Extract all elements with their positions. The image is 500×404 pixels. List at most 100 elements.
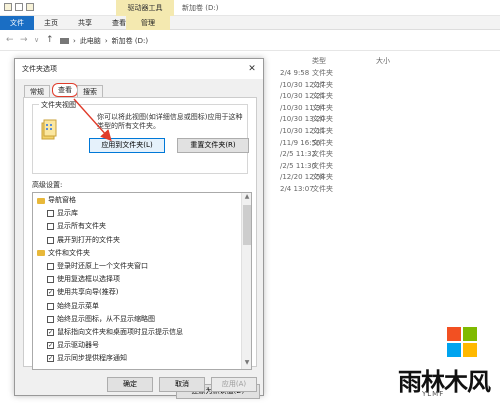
checkbox[interactable]: ✓ xyxy=(47,355,54,363)
tree-item-label: 显示同步提供程序通知 xyxy=(57,354,127,363)
windows-logo-icon xyxy=(447,327,477,357)
checkbox[interactable] xyxy=(47,315,54,323)
tree-option[interactable]: ✓ 使用共享向导(推荐) xyxy=(47,287,118,298)
checkbox[interactable] xyxy=(47,236,54,244)
folder-views-group: 文件夹视图 你可以将此视图(如详细信息或图标)应用于这种类型的所有文件夹。 应用… xyxy=(32,100,249,174)
window-title: 新加卷 (D:) xyxy=(182,4,219,12)
column-type[interactable]: 类型 xyxy=(312,56,326,66)
file-row[interactable]: /10/30 12:11 文件夹 xyxy=(280,126,500,138)
file-row[interactable]: /10/30 12:17 文件夹 xyxy=(280,80,500,92)
tree-option[interactable]: 显示库 xyxy=(47,208,78,219)
checkbox[interactable] xyxy=(47,263,54,270)
tree-option[interactable]: 登录时还原上一个文件夹窗口 xyxy=(47,261,148,272)
tab-home[interactable]: 主页 xyxy=(38,16,64,30)
tree-option[interactable]: 展开到打开的文件夹 xyxy=(47,235,120,246)
row-type: 文件夹 xyxy=(312,115,333,124)
logo-square xyxy=(447,343,461,357)
advanced-settings-tree[interactable]: ▲ ▼ 导航窗格 显示库 显示所有文件夹 展开到打开的文件夹 文件和文件夹 登录时还原上一… xyxy=(32,192,252,370)
column-header: 类型 大小 xyxy=(280,54,500,68)
back-icon[interactable]: ← xyxy=(6,35,14,45)
logo-square xyxy=(447,327,461,341)
new-folder-icon[interactable] xyxy=(26,3,34,11)
tree-item-label: 登录时还原上一个文件夹窗口 xyxy=(57,262,148,270)
row-type: 文件夹 xyxy=(312,161,333,170)
tree-item-label: 显示所有文件夹 xyxy=(57,222,106,231)
row-type: 文件夹 xyxy=(312,69,333,77)
scrollbar[interactable]: ▲ ▼ xyxy=(241,193,251,369)
file-row[interactable]: 2/4 9:58 文件夹 xyxy=(280,68,500,80)
chevron-right-icon: › xyxy=(104,37,108,45)
file-row[interactable]: /2/5 11:30 文件夹 xyxy=(280,161,500,173)
tree-option[interactable]: 显示所有文件夹 xyxy=(47,221,106,232)
row-type: 文件夹 xyxy=(312,184,333,193)
tree-option[interactable]: ✓ 鼠标指向文件夹和桌面项时显示提示信息 xyxy=(47,327,183,338)
quick-access-toolbar xyxy=(4,3,34,11)
folder-icon xyxy=(37,250,45,257)
reset-folders-button[interactable]: 重置文件夹(R) xyxy=(177,138,249,153)
row-type: 文件夹 xyxy=(312,138,333,147)
file-row[interactable]: /10/30 11:34 文件夹 xyxy=(280,103,500,115)
folder-view-icon xyxy=(41,119,57,140)
scroll-down-icon[interactable]: ▼ xyxy=(242,359,251,369)
checkbox[interactable] xyxy=(47,276,54,284)
properties-icon[interactable] xyxy=(15,3,23,11)
row-type: 文件夹 xyxy=(312,92,333,101)
tree-item-label: 始终显示菜单 xyxy=(57,301,99,310)
cancel-button[interactable]: 取消 xyxy=(159,377,205,392)
watermark-sub: YLMF xyxy=(422,390,445,398)
dialog-title: 文件夹选项 xyxy=(15,59,263,79)
file-row[interactable]: /10/30 13:20 文件夹 xyxy=(280,114,500,126)
row-date: /2/5 11:32 xyxy=(280,150,317,159)
breadcrumb[interactable]: › 此电脑 › 新加卷 (D:) xyxy=(60,35,148,47)
file-row[interactable]: /2/5 11:32 文件夹 xyxy=(280,149,500,161)
checkbox[interactable] xyxy=(47,302,54,310)
ok-button[interactable]: 确定 xyxy=(107,377,153,392)
file-row[interactable]: /12/20 12:58 文件夹 xyxy=(280,172,500,184)
breadcrumb-drive[interactable]: 新加卷 (D:) xyxy=(112,36,148,46)
folder-icon xyxy=(37,197,45,204)
tree-option[interactable]: 使用复选框以选择项 xyxy=(47,274,120,285)
file-list: 2/4 9:58 文件夹/10/30 12:17 文件夹/10/30 12:21 文件… xyxy=(280,68,500,196)
row-type: 文件夹 xyxy=(312,80,333,89)
scroll-thumb[interactable] xyxy=(243,205,251,245)
drive-icon xyxy=(60,38,69,44)
checkbox[interactable]: ✓ xyxy=(47,342,54,350)
title-bar: 驱动器工具 新加卷 (D:) xyxy=(0,0,500,16)
tree-option[interactable]: ✓ 显示驱动器号 xyxy=(47,340,99,351)
file-row[interactable]: /11/9 16:56 文件夹 xyxy=(280,138,500,150)
tree-category: 文件和文件夹 xyxy=(37,248,90,259)
tree-option[interactable]: 始终显示菜单 xyxy=(47,301,99,312)
apply-button[interactable]: 应用(A) xyxy=(211,377,257,392)
checkbox[interactable]: ✓ xyxy=(47,329,54,336)
tree-item-label: 显示库 xyxy=(57,209,78,218)
apply-to-folders-button[interactable]: 应用到文件夹(L) xyxy=(89,138,165,153)
row-type: 文件夹 xyxy=(312,150,333,159)
file-row[interactable]: /10/30 12:21 文件夹 xyxy=(280,91,500,103)
quick-access-icon[interactable] xyxy=(4,3,12,11)
tab-manage[interactable]: 管理 xyxy=(126,16,170,30)
tree-item-label: 使用共享向导(推荐) xyxy=(57,288,119,297)
tab-view-selected[interactable]: 查看 xyxy=(52,83,78,97)
forward-icon[interactable]: → xyxy=(20,35,28,45)
checkbox[interactable] xyxy=(47,210,54,218)
checkbox[interactable] xyxy=(47,223,54,231)
breadcrumb-this-pc[interactable]: 此电脑 xyxy=(80,36,101,46)
tab-file[interactable]: 文件 xyxy=(0,16,34,30)
tab-share[interactable]: 共享 xyxy=(72,16,98,30)
tree-item-label: 文件和文件夹 xyxy=(48,248,90,257)
file-row[interactable]: 2/4 13:07 文件夹 xyxy=(280,184,500,196)
tree-item-label: 展开到打开的文件夹 xyxy=(57,235,120,244)
chevron-down-icon[interactable]: ∨ xyxy=(34,36,39,44)
checkbox[interactable]: ✓ xyxy=(47,289,54,297)
navigation-bar: ← → ∨ ↑ › 此电脑 › 新加卷 (D:) xyxy=(0,31,500,51)
folder-options-dialog: 文件夹选项 ✕ 常规 查看 搜索 文件夹视图 你可以将此视图(如详细信息或图标)… xyxy=(14,58,264,399)
tree-option[interactable]: 始终显示图标，从不显示缩略图 xyxy=(47,314,155,325)
close-icon[interactable]: ✕ xyxy=(246,63,258,75)
tree-item-label: 使用复选框以选择项 xyxy=(57,275,120,284)
up-icon[interactable]: ↑ xyxy=(46,35,54,45)
tree-option[interactable]: ✓ 显示同步提供程序通知 xyxy=(47,353,127,364)
scroll-up-icon[interactable]: ▲ xyxy=(242,193,251,203)
logo-square xyxy=(463,327,477,341)
tree-item-label: 鼠标指向文件夹和桌面项时显示提示信息 xyxy=(57,328,183,336)
column-size[interactable]: 大小 xyxy=(376,56,390,66)
